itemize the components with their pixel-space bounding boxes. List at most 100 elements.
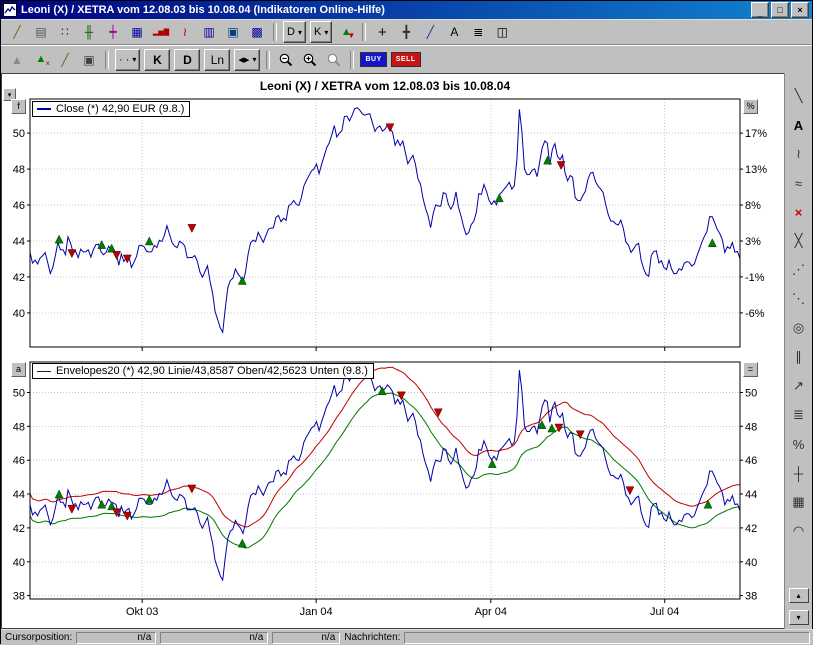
sell-signal-triangle (386, 124, 394, 132)
maximize-button[interactable]: □ (771, 2, 789, 18)
crosshair-button-icon: + (378, 25, 387, 40)
annotation-pen-button[interactable]: ╱ (419, 22, 441, 42)
wave-tool[interactable]: ≈ (788, 172, 810, 194)
chart-window-button[interactable]: ▦ (126, 22, 148, 42)
scatter-style-button-icon: ∷ (61, 26, 69, 38)
y-axis-right-label: -1% (745, 272, 765, 284)
line-chart-button-icon: ≀ (183, 26, 188, 38)
crosshair-button[interactable]: + (371, 22, 393, 42)
price-line (30, 369, 740, 581)
panel1-scale-button[interactable]: f (11, 99, 26, 114)
spiral-tool[interactable]: ◎ (788, 317, 810, 339)
news-list-button[interactable]: ≣ (467, 22, 489, 42)
sell-order-button[interactable]: SELL (391, 52, 421, 67)
tools-scroll-up-button[interactable]: ▴ (789, 588, 809, 603)
indicator-k-dropdown[interactable]: K▾ (310, 21, 332, 43)
candle-style-button[interactable]: ┿ (102, 22, 124, 42)
mountain-chart-button-icon: ▲ (11, 54, 23, 66)
text-note-button[interactable]: A (443, 22, 465, 42)
parallel-lines-tool[interactable]: ∥ (788, 346, 810, 368)
chart-area: 5017%4813%468%443%42-1%40-6%505048484646… (1, 73, 786, 629)
line-chart-button[interactable]: ≀ (174, 22, 196, 42)
hatch-fall-tool[interactable]: ⋱ (788, 288, 810, 310)
signal-marker-button[interactable]: ▲× (30, 50, 52, 70)
buy-signal-triangle (98, 500, 106, 508)
sell-signal-triangle (434, 409, 442, 417)
crossed-tools-button[interactable]: ╳ (788, 230, 810, 252)
page-edit-button[interactable]: ╱ (6, 22, 28, 42)
spiral-tool-icon: ◎ (793, 320, 804, 336)
panel2-menu-button[interactable]: = (743, 362, 758, 377)
off-magnifier-icon (326, 52, 342, 68)
panel1-percent-button[interactable]: % (743, 99, 758, 114)
y-axis-right-label: 8% (745, 200, 761, 212)
zoom-in-button[interactable] (299, 50, 321, 70)
line-style-dropdown[interactable]: · ·▾ (115, 49, 140, 71)
indicator-d-dropdown[interactable]: D▾ (283, 21, 306, 43)
text-tool[interactable]: A (788, 114, 810, 136)
window-layout-button[interactable]: ◫ (491, 22, 513, 42)
text-note-button-icon: A (450, 26, 458, 38)
zoom-reset-button[interactable] (323, 50, 345, 70)
copy-chart-button[interactable]: ▤ (30, 22, 52, 42)
y-axis-label: 42 (13, 523, 25, 535)
chevron-down-icon: ▾ (324, 28, 328, 37)
main-toolbar: ╱▤∷╫┿▦▂▅▇≀▥▣▩D▾K▾▲▼+╋╱A≣◫ (1, 19, 812, 45)
envelopes-panel-plot[interactable] (30, 362, 740, 599)
delete-drawing-tool[interactable]: × (788, 201, 810, 223)
close-line-sample (37, 108, 51, 110)
trendline-tool[interactable]: ╲ (788, 85, 810, 107)
quote-table-button[interactable]: ▥ (198, 22, 220, 42)
fibonacci-percent-tool-icon: % (793, 437, 805, 452)
curve-tool-icon: ≀ (796, 146, 801, 162)
zoom-out-button[interactable] (275, 50, 297, 70)
cross-lines-tool[interactable]: ┼ (788, 462, 810, 484)
chevron-down-icon: ▾ (252, 55, 256, 64)
move-mode-button[interactable]: ╋ (395, 22, 417, 42)
y-axis-right-label: 42 (745, 523, 757, 535)
cursor-y-field: n/a (160, 632, 268, 644)
sell-signal-triangle (68, 505, 76, 513)
properties-button[interactable]: ▣ (78, 50, 100, 70)
curve-tool[interactable]: ≀ (788, 143, 810, 165)
daily-button[interactable]: D (174, 49, 200, 71)
arc-tool[interactable]: ◠ (788, 520, 810, 542)
draw-pencil-button[interactable]: ╱ (54, 50, 76, 70)
buy-signal-triangle (488, 460, 496, 468)
signal-overlay-button[interactable]: ▲▼ (335, 22, 357, 42)
close-panel-plot[interactable] (30, 99, 740, 347)
close-legend: Close (*) 42,90 EUR (9.8.) (32, 101, 190, 117)
title-bar[interactable]: Leoni (X) / XETRA vom 12.08.03 bis 10.08… (1, 1, 812, 19)
buy-signal-triangle (708, 239, 716, 247)
buy-order-button[interactable]: BUY (360, 52, 386, 67)
minimize-button[interactable]: _ (751, 2, 769, 18)
tools-scroll-down-button[interactable]: ▾ (789, 610, 809, 625)
move-mode-button-icon: ╋ (403, 26, 410, 38)
price-line (30, 108, 740, 333)
panel2-scale-button[interactable]: a (11, 362, 26, 377)
histogram-button-icon: ▂▅▇ (153, 29, 169, 36)
y-axis-right-label: 13% (745, 164, 767, 176)
buy-signal-triangle (704, 500, 712, 508)
kurs-button[interactable]: K (144, 49, 170, 71)
portfolio-button[interactable]: ▩ (246, 22, 268, 42)
minus-magnifier-icon (278, 52, 294, 68)
chart-toolbar: ▲ ▲×╱▣ · ·▾KDLn◂▸▾ BUY SELL (1, 45, 812, 73)
cursor-value-field: n/a (272, 632, 340, 644)
scroll-mode-dropdown[interactable]: ◂▸▾ (234, 49, 260, 71)
fibonacci-percent-tool[interactable]: % (788, 433, 810, 455)
log-scale-button[interactable]: Ln (204, 49, 230, 71)
scatter-style-button[interactable]: ∷ (54, 22, 76, 42)
close-button[interactable]: × (791, 2, 809, 18)
bar-style-button[interactable]: ╫ (78, 22, 100, 42)
grid-tool[interactable]: ▦ (788, 491, 810, 513)
y-axis-right-label: 17% (745, 128, 767, 140)
histogram-button[interactable]: ▂▅▇ (150, 22, 172, 42)
fibonacci-lines-tool[interactable]: ≣ (788, 404, 810, 426)
chart-canvas[interactable]: 5017%4813%468%443%42-1%40-6%505048484646… (2, 74, 785, 628)
market-monitor-button[interactable]: ▣ (222, 22, 244, 42)
mountain-chart-button[interactable]: ▲ (6, 50, 28, 70)
hatch-rise-tool[interactable]: ⋰ (788, 259, 810, 281)
buy-signal-triangle (145, 237, 153, 245)
trend-channel-tool[interactable]: ↗ (788, 375, 810, 397)
